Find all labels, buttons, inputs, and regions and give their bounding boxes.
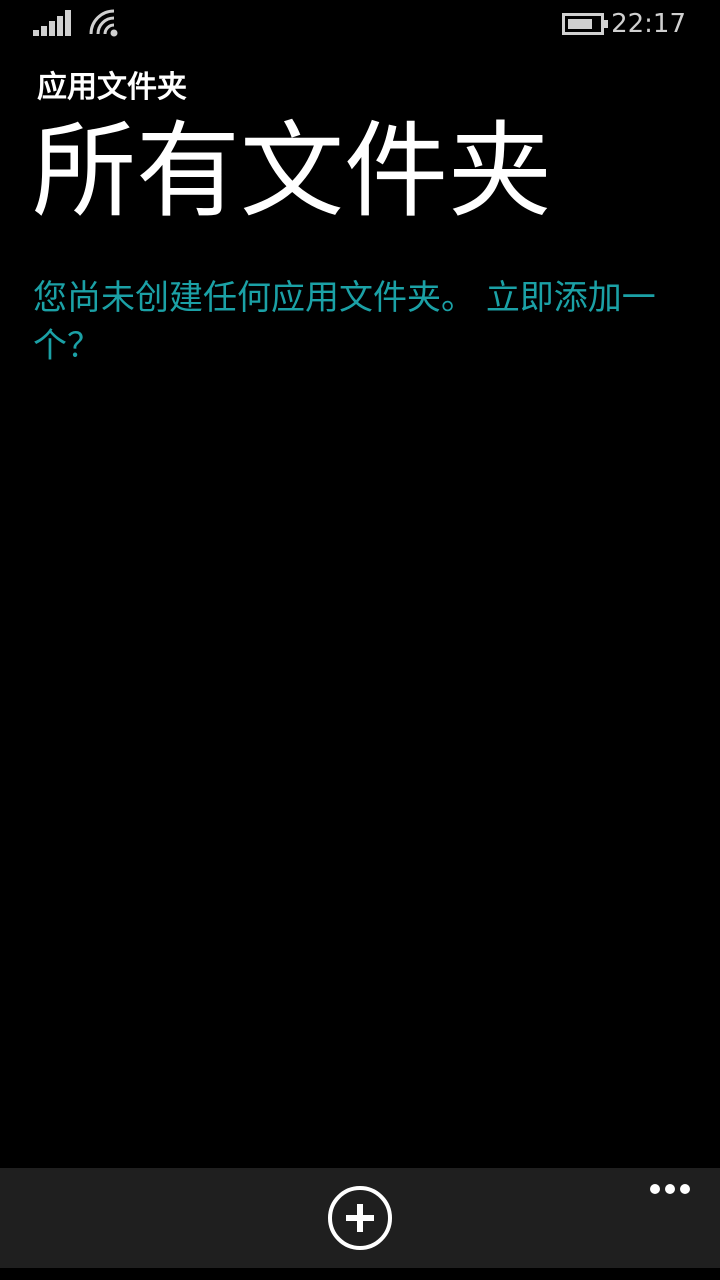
more-button[interactable] <box>644 1174 696 1202</box>
add-icon <box>328 1186 392 1250</box>
bottom-strip <box>0 1268 720 1280</box>
status-bar: 22:17 <box>0 0 720 48</box>
signal-icon <box>33 10 71 36</box>
page-title: 所有文件夹 <box>32 110 553 232</box>
battery-icon <box>562 13 608 35</box>
more-icon <box>650 1184 660 1194</box>
app-bar <box>0 1168 720 1268</box>
clock: 22:17 <box>611 9 686 39</box>
more-icon-dot <box>665 1184 675 1194</box>
add-button[interactable] <box>327 1185 393 1251</box>
empty-message-text: 您尚未创建任何应用文件夹。 <box>33 278 475 318</box>
empty-message: 您尚未创建任何应用文件夹。 立即添加一个？ <box>33 274 683 370</box>
more-icon-dot <box>680 1184 690 1194</box>
app-title: 应用文件夹 <box>37 70 187 105</box>
wifi-icon <box>89 9 118 37</box>
